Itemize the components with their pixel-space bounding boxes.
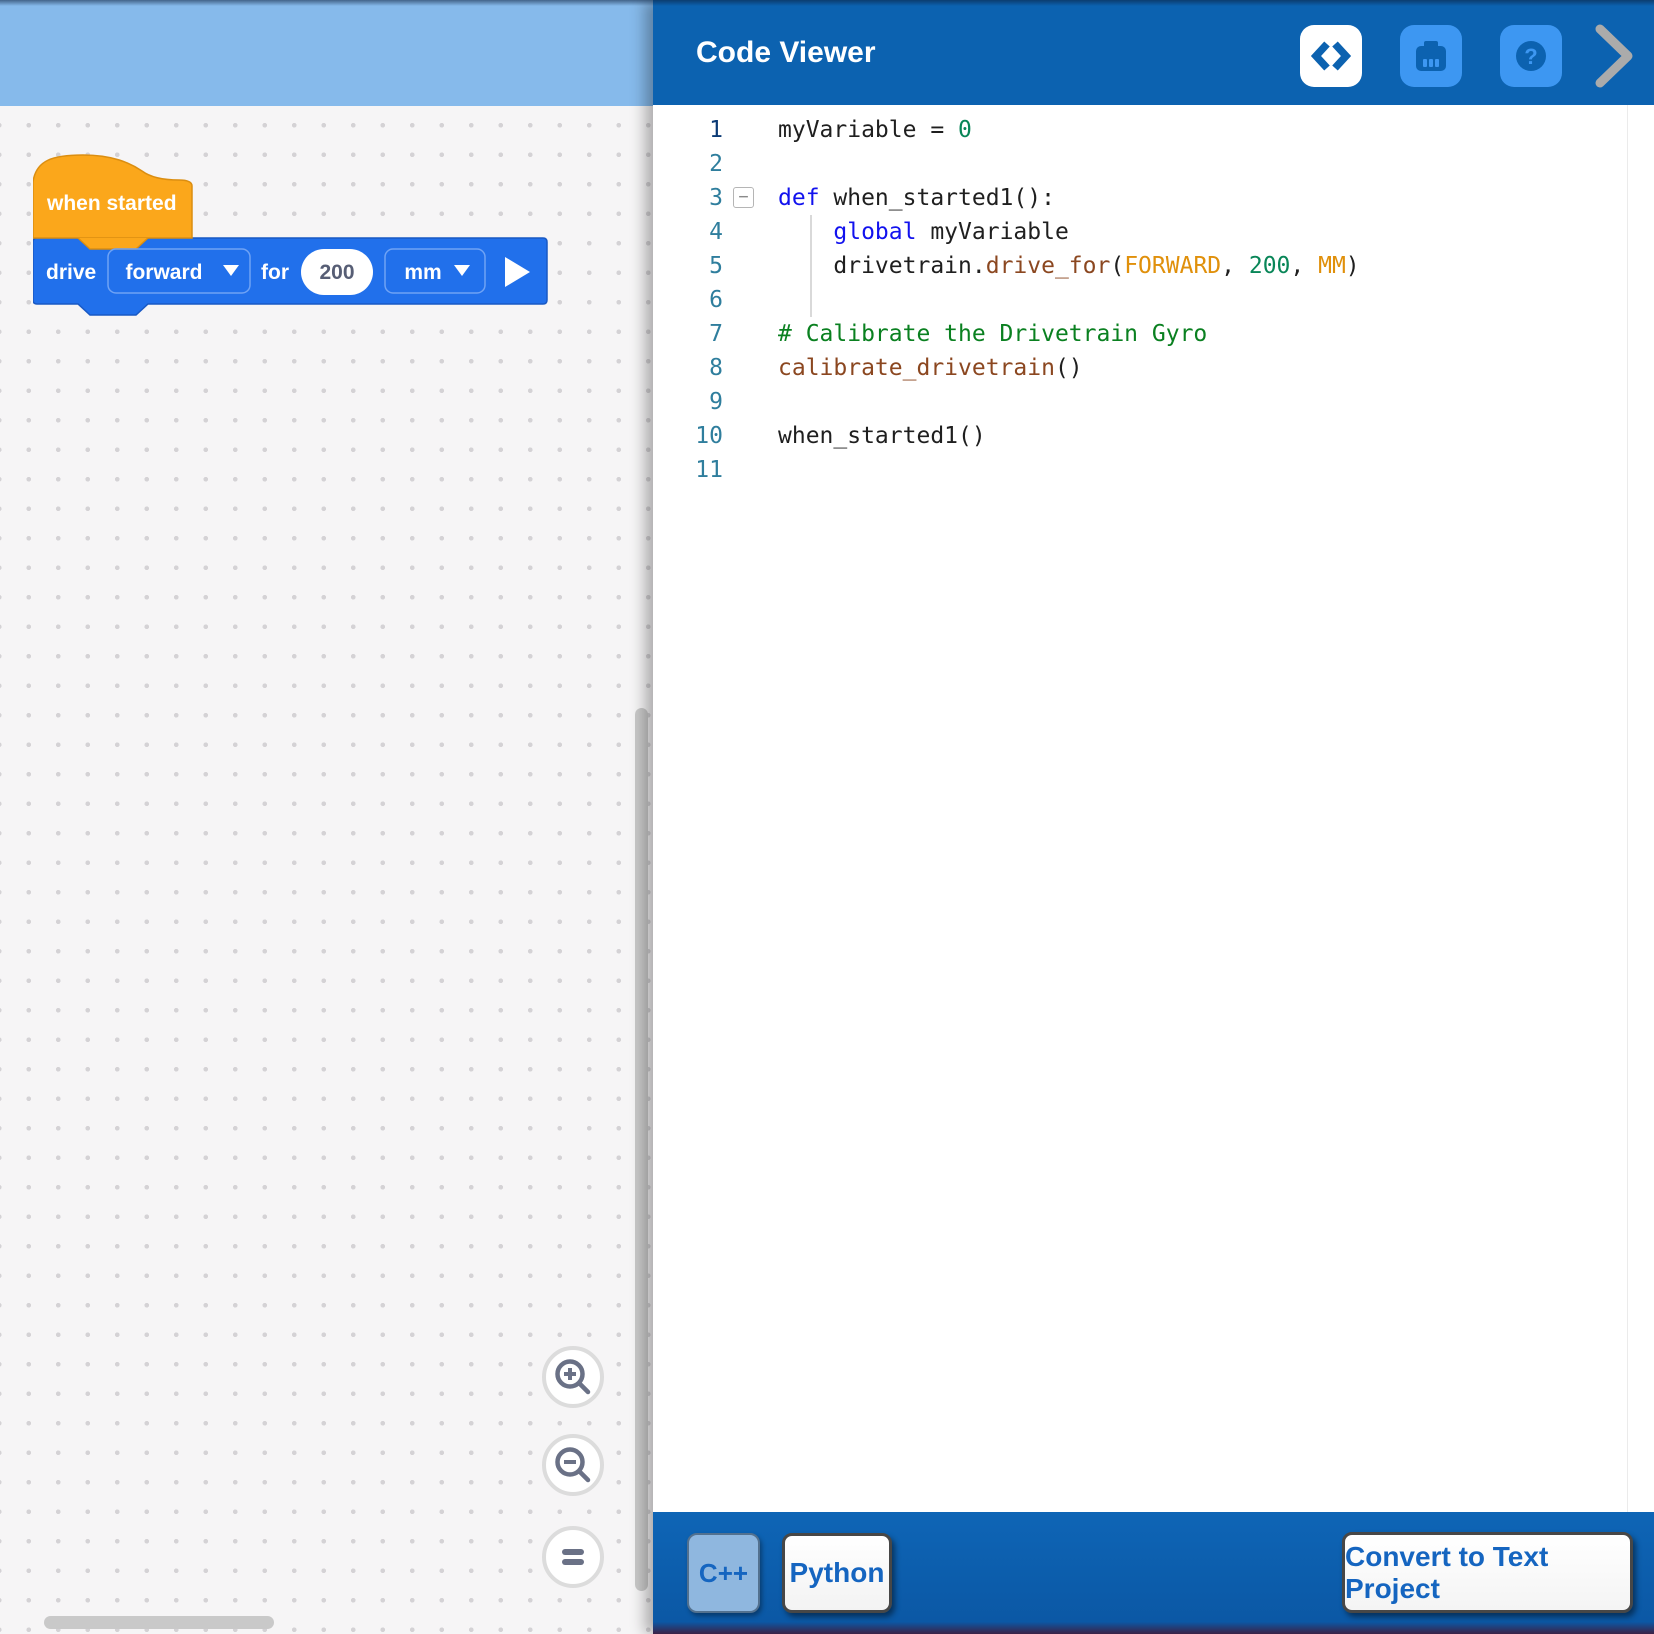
distance-value: 200: [319, 261, 354, 284]
block-canvas[interactable]: when started drive forward for 200 mm: [0, 0, 653, 1634]
collapse-panel-button[interactable]: [1594, 24, 1636, 88]
fold-marker[interactable]: −: [733, 187, 754, 208]
brain-icon: [1412, 37, 1450, 75]
code-viewer-panel: Code Viewer ?: [653, 0, 1654, 1634]
for-label: for: [261, 261, 289, 284]
line-number: 4: [653, 215, 723, 249]
line-number: 2: [653, 147, 723, 181]
code-editor[interactable]: 123−4567891011 myVariable = 0 def when_st…: [653, 105, 1654, 1512]
distance-input[interactable]: 200: [301, 249, 373, 295]
code-line: # Calibrate the Drivetrain Gyro: [778, 317, 1207, 351]
reset-zoom-button[interactable]: [542, 1526, 604, 1588]
help-button[interactable]: ?: [1500, 25, 1562, 87]
zoom-in-button[interactable]: [542, 1346, 604, 1408]
python-tab-label: Python: [790, 1557, 885, 1589]
code-line: global myVariable: [778, 215, 1069, 249]
line-number: 6: [653, 283, 723, 317]
when-started-label: when started: [46, 192, 177, 215]
brain-view-button[interactable]: [1400, 25, 1462, 87]
code-line: drivetrain.drive_for(FORWARD, 200, MM): [778, 249, 1360, 283]
zoom-out-button[interactable]: [542, 1434, 604, 1496]
reset-zoom-icon: [546, 1530, 600, 1584]
line-number: 5: [653, 249, 723, 283]
line-number: 8: [653, 351, 723, 385]
editor-scrollbar-track[interactable]: [1627, 105, 1628, 1512]
block-stack[interactable]: when started drive forward for 200 mm: [33, 150, 553, 330]
when-started-block[interactable]: when started: [33, 155, 192, 249]
drive-label: drive: [46, 261, 96, 284]
code-icon: [1311, 36, 1351, 76]
code-viewer-footer: C++ Python Convert to Text Project: [653, 1512, 1654, 1634]
svg-text:?: ?: [1524, 44, 1537, 69]
line-number: 11: [653, 453, 723, 487]
cpp-tab-label: C++: [699, 1558, 748, 1589]
code-view-button[interactable]: [1300, 25, 1362, 87]
convert-to-text-project-button[interactable]: Convert to Text Project: [1342, 1532, 1633, 1613]
line-number: 1: [653, 113, 723, 147]
direction-value: forward: [125, 261, 202, 284]
zoom-in-icon: [546, 1350, 600, 1404]
zoom-out-icon: [546, 1438, 600, 1492]
code-line: myVariable = 0: [778, 113, 972, 147]
panel-title: Code Viewer: [696, 0, 876, 105]
unit-value: mm: [404, 261, 441, 284]
line-number: 3: [653, 181, 723, 215]
code-line: calibrate_drivetrain(): [778, 351, 1083, 385]
cpp-tab[interactable]: C++: [687, 1533, 760, 1613]
code-line: when_started1(): [778, 419, 986, 453]
chevron-right-icon: [1594, 24, 1636, 88]
line-number: 10: [653, 419, 723, 453]
convert-button-label: Convert to Text Project: [1345, 1541, 1630, 1605]
code-viewer-header: Code Viewer ?: [653, 0, 1654, 105]
line-number: 7: [653, 317, 723, 351]
python-tab[interactable]: Python: [782, 1533, 892, 1613]
canvas-vertical-scrollbar[interactable]: [635, 708, 648, 1591]
blocks-svg: when started drive forward for 200 mm: [33, 150, 553, 330]
code-line: def when_started1():: [778, 181, 1055, 215]
line-number: 9: [653, 385, 723, 419]
toolbar-strip: [0, 0, 653, 106]
help-icon: ?: [1511, 36, 1551, 76]
canvas-horizontal-scrollbar[interactable]: [44, 1616, 274, 1629]
